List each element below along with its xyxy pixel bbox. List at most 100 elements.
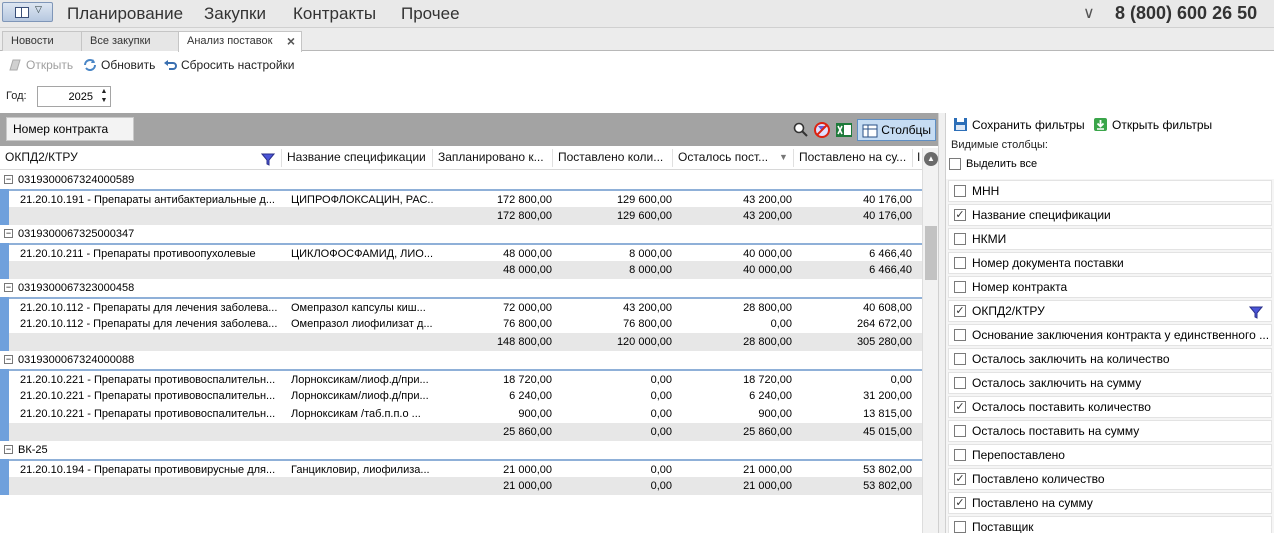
checkbox-icon[interactable] bbox=[954, 377, 966, 389]
main-menubar: ▽ Планирование Закупки Контракты Прочее … bbox=[0, 0, 1274, 28]
menu-other[interactable]: Прочее bbox=[401, 4, 460, 24]
spec-name-cell: Омепразол капсулы киш... bbox=[291, 302, 426, 314]
reset-settings-button[interactable]: Сбросить настройки bbox=[163, 58, 294, 72]
col-delivered-qty[interactable]: Поставлено коли... bbox=[558, 150, 668, 164]
col-planned[interactable]: Запланировано к... bbox=[438, 150, 548, 164]
checkbox-icon[interactable] bbox=[954, 329, 966, 341]
column-toggle-item[interactable]: Осталось заключить на сумму bbox=[948, 372, 1272, 394]
tab-label: Анализ поставок bbox=[187, 35, 273, 47]
open-filters-label: Открыть фильтры bbox=[1112, 117, 1213, 132]
delivered-qty-cell: 129 600,00 bbox=[616, 194, 672, 206]
table-row[interactable]: 21.20.10.194 - Препараты противовирусные… bbox=[0, 459, 922, 477]
column-toggle-item[interactable]: ✓ Поставлено количество bbox=[948, 468, 1272, 490]
open-button[interactable]: Открыть bbox=[8, 58, 73, 72]
save-filters-button[interactable]: Сохранить фильтры bbox=[953, 117, 1085, 132]
menu-contracts[interactable]: Контракты bbox=[293, 4, 376, 24]
collapse-icon[interactable]: − bbox=[4, 355, 13, 364]
column-toggle-item[interactable]: Основание заключения контракта у единств… bbox=[948, 324, 1272, 346]
search-icon[interactable] bbox=[793, 122, 809, 138]
group-chip-contract-number[interactable]: Номер контракта bbox=[6, 117, 134, 141]
column-toggle-item[interactable]: ✓ Поставлено на сумму bbox=[948, 492, 1272, 514]
checkbox-icon[interactable] bbox=[954, 521, 966, 533]
table-row[interactable]: 21.20.10.112 - Препараты для лечения заб… bbox=[0, 297, 922, 315]
select-all-checkbox[interactable]: Выделить все bbox=[949, 158, 1037, 170]
column-toggle-item[interactable]: ✓ Название спецификации bbox=[948, 204, 1272, 226]
table-row[interactable]: 21.20.10.191 - Препараты антибактериальн… bbox=[0, 189, 922, 207]
checkbox-checked-icon[interactable]: ✓ bbox=[954, 473, 966, 485]
column-toggle-item[interactable]: Осталось поставить на сумму bbox=[948, 420, 1272, 442]
clear-filter-icon[interactable] bbox=[813, 121, 831, 139]
toolbar: Открыть Обновить Сбросить настройки bbox=[0, 54, 1274, 78]
summary-remaining: 40 000,00 bbox=[743, 264, 792, 276]
menu-purchases[interactable]: Закупки bbox=[204, 4, 266, 24]
tab-all-purchases[interactable]: Все закупки bbox=[81, 31, 179, 51]
checkbox-icon[interactable] bbox=[954, 281, 966, 293]
group-row[interactable]: −0319300067323000458 bbox=[0, 279, 922, 297]
group-row[interactable]: −0319300067324000589 bbox=[0, 171, 922, 189]
checkbox-icon[interactable] bbox=[954, 257, 966, 269]
column-toggle-item[interactable]: Номер документа поставки bbox=[948, 252, 1272, 274]
column-toggle-item[interactable]: МНН bbox=[948, 180, 1272, 202]
spec-name-cell: ЦИКЛОФОСФАМИД, ЛИО... bbox=[291, 248, 433, 260]
checkbox-icon[interactable] bbox=[954, 425, 966, 437]
scroll-thumb[interactable] bbox=[925, 226, 937, 280]
collapse-icon[interactable]: − bbox=[4, 283, 13, 292]
group-row[interactable]: − ВК-25 bbox=[0, 441, 922, 459]
collapse-icon[interactable]: − bbox=[4, 175, 13, 184]
checkbox-checked-icon[interactable]: ✓ bbox=[954, 497, 966, 509]
column-toggle-item[interactable]: НКМИ bbox=[948, 228, 1272, 250]
planned-cell: 900,00 bbox=[518, 408, 552, 420]
table-row[interactable]: 21.20.10.211 - Препараты противоопухолев… bbox=[0, 243, 922, 261]
checkbox-icon[interactable] bbox=[954, 353, 966, 365]
column-toggle-item[interactable]: Поставщик bbox=[948, 516, 1272, 533]
checkbox-icon[interactable] bbox=[954, 185, 966, 197]
table-row[interactable]: 21.20.10.112 - Препараты для лечения заб… bbox=[0, 315, 922, 333]
summary-planned: 48 000,00 bbox=[503, 264, 552, 276]
column-toggle-item[interactable]: ✓ Осталось поставить количество bbox=[948, 396, 1272, 418]
table-row[interactable]: 21.20.10.221 - Препараты противовоспалит… bbox=[0, 369, 922, 387]
column-toggle-item[interactable]: Номер контракта bbox=[948, 276, 1272, 298]
open-filters-button[interactable]: Открыть фильтры bbox=[1093, 117, 1212, 132]
filter-icon[interactable] bbox=[261, 153, 275, 166]
book-icon bbox=[15, 7, 29, 18]
spin-arrows-icon[interactable]: ▲ ▼ bbox=[98, 87, 110, 106]
column-toggle-label: ОКПД2/КТРУ bbox=[972, 304, 1045, 318]
col-okpd[interactable]: ОКПД2/КТРУ bbox=[5, 150, 255, 164]
close-icon[interactable]: × bbox=[287, 33, 295, 49]
scroll-up-icon[interactable]: ▲ bbox=[924, 152, 938, 166]
year-spinner[interactable]: 2025 ▲ ▼ bbox=[37, 86, 111, 107]
summary-delivered-qty: 129 600,00 bbox=[616, 210, 672, 222]
chevron-down-icon[interactable]: ∨ bbox=[1083, 3, 1095, 23]
tab-news[interactable]: Новости bbox=[2, 31, 82, 51]
column-toggle-label: Осталось поставить количество bbox=[972, 400, 1151, 414]
checkbox-icon[interactable] bbox=[954, 449, 966, 461]
summary-delivered-sum: 40 176,00 bbox=[863, 210, 912, 222]
delivered-qty-cell: 43 200,00 bbox=[623, 302, 672, 314]
checkbox-checked-icon[interactable]: ✓ bbox=[954, 305, 966, 317]
checkbox-icon[interactable] bbox=[954, 233, 966, 245]
excel-export-icon[interactable] bbox=[835, 121, 853, 139]
refresh-button[interactable]: Обновить bbox=[83, 58, 155, 72]
summary-delivered-qty: 0,00 bbox=[650, 426, 672, 438]
panel-splitter[interactable] bbox=[938, 113, 946, 533]
col-delivered-sum[interactable]: Поставлено на су... bbox=[799, 150, 909, 164]
col-spec-name[interactable]: Название спецификации bbox=[287, 150, 427, 164]
tab-supply-analysis[interactable]: Анализ поставок × bbox=[178, 31, 302, 52]
columns-button[interactable]: Столбцы bbox=[857, 119, 936, 141]
table-row[interactable]: 21.20.10.221 - Препараты противовоспалит… bbox=[0, 405, 922, 423]
menu-planning[interactable]: Планирование bbox=[67, 4, 183, 24]
col-remaining[interactable]: Осталось пост... bbox=[678, 150, 773, 164]
okpd-cell: 21.20.10.211 - Препараты противоопухолев… bbox=[20, 248, 256, 260]
collapse-icon[interactable]: − bbox=[4, 229, 13, 238]
group-row[interactable]: −0319300067325000347 bbox=[0, 225, 922, 243]
group-row[interactable]: −0319300067324000088 bbox=[0, 351, 922, 369]
column-toggle-item[interactable]: Осталось заключить на количество bbox=[948, 348, 1272, 370]
checkbox-checked-icon[interactable]: ✓ bbox=[954, 401, 966, 413]
vertical-scrollbar[interactable]: ▲ bbox=[922, 148, 938, 533]
table-row[interactable]: 21.20.10.221 - Препараты противовоспалит… bbox=[0, 387, 922, 405]
column-toggle-item[interactable]: ✓ ОКПД2/КТРУ bbox=[948, 300, 1272, 322]
collapse-icon[interactable]: − bbox=[4, 445, 13, 454]
checkbox-checked-icon[interactable]: ✓ bbox=[954, 209, 966, 221]
app-menu-button[interactable]: ▽ bbox=[2, 2, 53, 22]
column-toggle-item[interactable]: Перепоставлено bbox=[948, 444, 1272, 466]
